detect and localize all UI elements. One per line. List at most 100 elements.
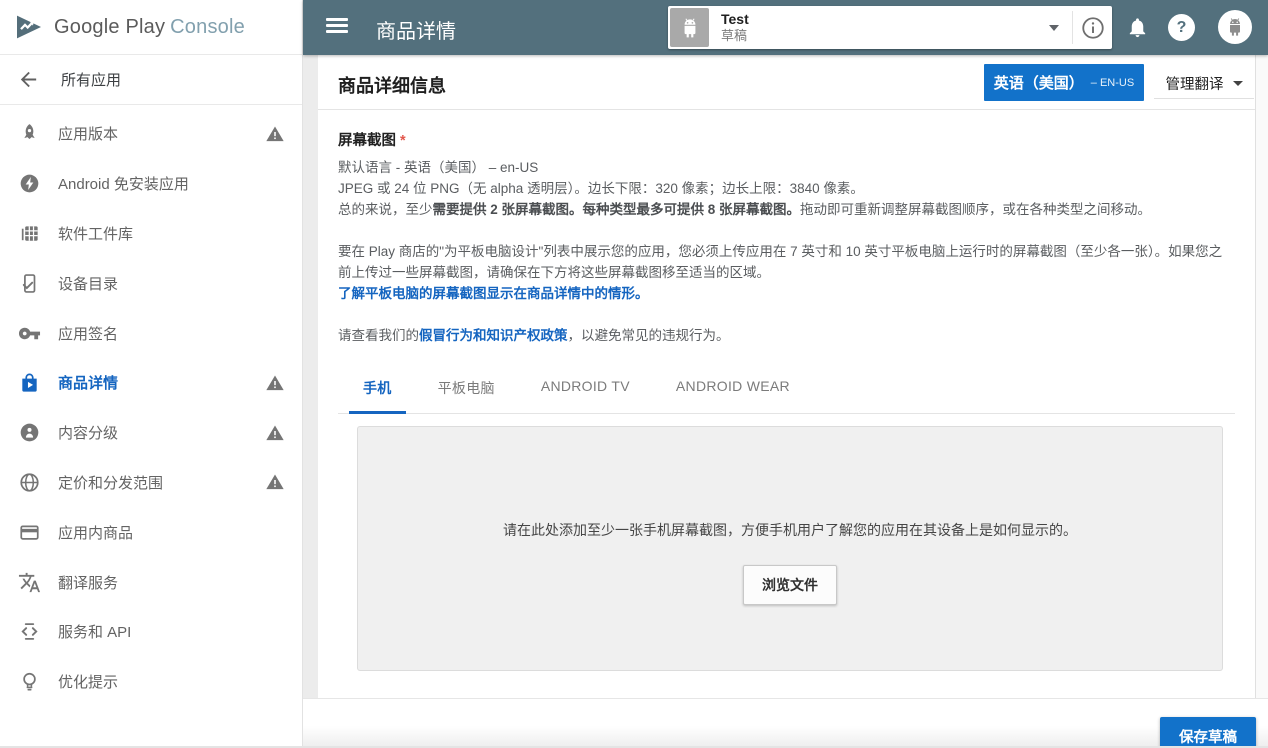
android-app-icon	[670, 8, 709, 47]
sidebar-item-label: 应用内商品	[58, 522, 285, 543]
policy-paragraph: 请查看我们的假冒行为和知识产权政策，以避免常见的违规行为。	[338, 325, 1235, 346]
count-post: 拖动即可重新调整屏幕截图顺序，或在各种类型之间移动。	[800, 202, 1151, 217]
account-avatar[interactable]	[1218, 10, 1252, 44]
count-requirements-line: 总的来说，至少需要提供 2 张屏幕截图。每种类型最多可提供 8 张屏幕截图。拖动…	[338, 199, 1235, 220]
sidebar-item-label: 优化提示	[58, 671, 285, 692]
save-draft-button[interactable]: 保存草稿	[1160, 717, 1256, 748]
format-requirements-line: JPEG 或 24 位 PNG（无 alpha 透明层）。边长下限：320 像素…	[338, 178, 1235, 199]
logo-part-google-play: Google Play	[54, 16, 165, 38]
sidebar-nav: 应用版本 Android 免安装应用 软件工件库	[0, 105, 302, 707]
default-language-line: 默认语言 - 英语（美国） – en-US	[338, 157, 1235, 178]
sidebar-item-label: 商品详情	[58, 372, 265, 393]
count-bold-max: 每种类型最多可提供 8 张屏幕截图。	[583, 202, 801, 217]
warning-icon	[265, 373, 285, 393]
warning-icon	[265, 472, 285, 492]
dropzone-hint-text: 请在此处添加至少一张手机屏幕截图，方便手机用户了解您的应用在其设备上是如何显示的…	[358, 427, 1222, 540]
language-code: – EN-US	[1091, 77, 1134, 89]
sidebar-item-pricing-distribution[interactable]: 定价和分发范围	[0, 458, 302, 508]
sidebar-item-label: 软件工件库	[58, 223, 285, 244]
tab-phone[interactable]: 手机	[340, 361, 415, 413]
content-rating-icon	[17, 421, 41, 445]
app-name: Test	[721, 11, 749, 28]
main-content: 商品详细信息 英语（美国） – EN-US 管理翻译 屏幕截图* 默认语言 - …	[303, 55, 1268, 748]
sidebar-item-instant-apps[interactable]: Android 免安装应用	[0, 159, 302, 209]
play-console-window: Google PlayConsole 所有应用 应用版本	[0, 0, 1268, 748]
policy-post: ，以避免常见的违规行为。	[568, 328, 730, 343]
sidebar-item-label: Android 免安装应用	[58, 173, 285, 194]
sidebar-item-all-apps[interactable]: 所有应用	[0, 55, 302, 105]
sidebar-item-translation-services[interactable]: 翻译服务	[0, 557, 302, 607]
selector-divider	[1072, 11, 1073, 44]
sidebar-item-content-rating[interactable]: 内容分级	[0, 408, 302, 458]
info-icon[interactable]	[1080, 15, 1106, 41]
page-title: 商品详细信息	[338, 72, 446, 98]
sidebar-item-services-apis[interactable]: 服务和 API	[0, 607, 302, 657]
help-icon[interactable]: ?	[1168, 14, 1195, 41]
tab-tablet[interactable]: 平板电脑	[415, 361, 518, 413]
globe-icon	[17, 470, 41, 494]
chevron-down-icon	[1233, 81, 1243, 86]
credit-card-icon	[17, 520, 41, 544]
device-type-tabs: 手机 平板电脑 ANDROID TV ANDROID WEAR	[338, 361, 1235, 414]
policy-pre: 请查看我们的	[338, 328, 419, 343]
scrollbar-track[interactable]	[1255, 55, 1268, 748]
sidebar-item-label: 翻译服务	[58, 572, 285, 593]
language-selector-button[interactable]: 英语（美国） – EN-US	[984, 64, 1144, 101]
top-app-bar: 商品详情 Test 草稿 ?	[303, 0, 1268, 55]
sidebar-item-label: 设备目录	[58, 273, 285, 294]
impersonation-policy-link[interactable]: 假冒行为和知识产权政策	[419, 328, 568, 343]
sidebar-item-artifact-library[interactable]: 软件工件库	[0, 209, 302, 259]
menu-icon[interactable]	[326, 18, 348, 36]
back-label: 所有应用	[61, 69, 121, 90]
screenshots-title-text: 屏幕截图	[338, 133, 396, 149]
logo[interactable]: Google PlayConsole	[0, 0, 302, 55]
logo-text: Google PlayConsole	[54, 16, 245, 39]
sidebar-item-label: 服务和 API	[58, 621, 285, 642]
required-asterisk: *	[400, 133, 406, 149]
instant-apps-bolt-icon	[17, 172, 41, 196]
tablet-link-line: 了解平板电脑的屏幕截图显示在商品详情中的情形。	[338, 283, 1235, 304]
store-listing-card: 商品详细信息 英语（美国） – EN-US 管理翻译 屏幕截图* 默认语言 - …	[318, 55, 1255, 698]
sidebar-item-app-releases[interactable]: 应用版本	[0, 109, 302, 159]
warning-icon	[265, 423, 285, 443]
tablet-requirements-paragraph: 要在 Play 商店的"为平板电脑设计"列表中展示您的应用，您必须上传应用在 7…	[338, 241, 1235, 283]
translate-icon	[17, 570, 41, 594]
sidebar-item-store-listing[interactable]: 商品详情	[0, 358, 302, 408]
chevron-down-icon[interactable]	[1049, 25, 1059, 31]
app-status-draft: 草稿	[721, 28, 749, 44]
notifications-bell-icon[interactable]	[1126, 16, 1149, 39]
code-brackets-icon	[17, 620, 41, 644]
app-selector-dropdown[interactable]: Test 草稿	[668, 6, 1112, 49]
tab-android-wear[interactable]: ANDROID WEAR	[653, 361, 813, 413]
sidebar-item-in-app-products[interactable]: 应用内商品	[0, 507, 302, 557]
manage-translations-button[interactable]: 管理翻译	[1154, 68, 1254, 99]
warning-icon	[265, 124, 285, 144]
sidebar-item-label: 应用版本	[58, 123, 265, 144]
rocket-icon	[17, 122, 41, 146]
play-console-logo-icon	[13, 11, 45, 43]
store-listing-bag-icon	[17, 371, 41, 395]
sidebar-item-app-signing[interactable]: 应用签名	[0, 308, 302, 358]
screenshot-dropzone[interactable]: 请在此处添加至少一张手机屏幕截图，方便手机用户了解您的应用在其设备上是如何显示的…	[357, 426, 1223, 671]
sidebar-item-optimization-tips[interactable]: 优化提示	[0, 657, 302, 707]
app-meta: Test 草稿	[721, 11, 749, 44]
sidebar-item-label: 应用签名	[58, 323, 285, 344]
action-footer: 保存草稿	[303, 698, 1268, 748]
appbar-title: 商品详情	[376, 15, 456, 44]
lightbulb-icon	[17, 670, 41, 694]
tablet-screenshots-link[interactable]: 了解平板电脑的屏幕截图显示在商品详情中的情形。	[338, 286, 649, 301]
sidebar: Google PlayConsole 所有应用 应用版本	[0, 0, 303, 748]
sidebar-item-label: 内容分级	[58, 422, 265, 443]
logo-part-console: Console	[170, 16, 245, 38]
tab-android-tv[interactable]: ANDROID TV	[518, 361, 653, 413]
key-icon	[17, 321, 41, 345]
screenshots-title: 屏幕截图*	[338, 129, 1235, 150]
card-header: 商品详细信息 英语（美国） – EN-US 管理翻译	[318, 55, 1255, 110]
screenshots-section: 屏幕截图* 默认语言 - 英语（美国） – en-US JPEG 或 24 位 …	[318, 110, 1255, 671]
artifact-library-icon	[17, 221, 41, 245]
browse-files-button[interactable]: 浏览文件	[743, 565, 837, 605]
device-catalog-icon	[17, 271, 41, 295]
sidebar-item-device-catalog[interactable]: 设备目录	[0, 258, 302, 308]
count-bold-min: 需要提供 2 张屏幕截图。	[433, 202, 583, 217]
manage-translations-label: 管理翻译	[1166, 73, 1224, 94]
